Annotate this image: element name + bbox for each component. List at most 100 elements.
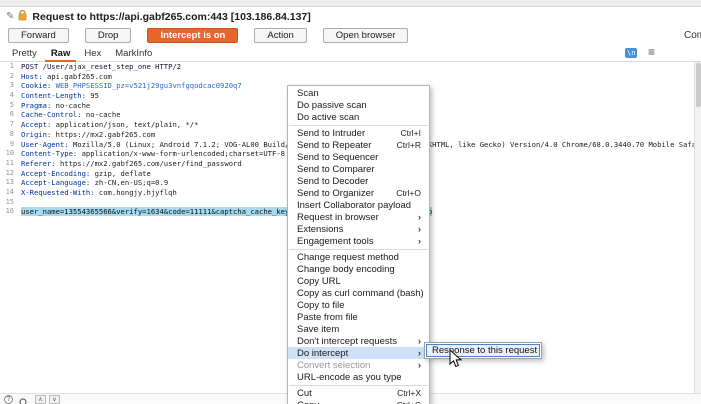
line-text: Host: api.gabf265.com — [21, 71, 112, 81]
menu-item-extensions[interactable]: Extensions › — [288, 223, 429, 235]
action-button[interactable]: Action — [254, 28, 307, 43]
show-newlines-icon[interactable]: \n — [625, 48, 638, 58]
menu-item-copy-to-file[interactable]: Copy to file — [288, 299, 429, 311]
line-number: 13 — [5, 178, 14, 187]
menu-item-do-passive-scan[interactable]: Do passive scan — [288, 99, 429, 111]
comment-label[interactable]: Comm — [684, 30, 701, 41]
tab-hex[interactable]: Hex — [78, 46, 107, 62]
menu-item-label: Send to Decoder — [297, 175, 369, 187]
line-number: 4 — [9, 91, 14, 100]
menu-item-url-encode-as-you-type[interactable]: URL-encode as you type — [288, 371, 429, 383]
intercept-toolbar: Forward Drop Intercept is on Action Open… — [0, 26, 701, 45]
line-text: Accept-Language: zh-CN,en-US;q=0.9 — [21, 178, 169, 188]
line-text: Referer: https://mx2.gabf265.com/user/fi… — [21, 158, 242, 168]
tab-pretty[interactable]: Pretty — [6, 46, 43, 62]
window-top-strip — [0, 0, 701, 7]
menu-item-send-to-sequencer[interactable]: Send to Sequencer — [288, 151, 429, 163]
menu-item-scan[interactable]: Scan — [288, 87, 429, 99]
menu-item-send-to-decoder[interactable]: Send to Decoder — [288, 175, 429, 187]
menu-item-do-intercept[interactable]: Do intercept › — [288, 347, 429, 359]
next-match-icon[interactable]: ∨ — [49, 395, 60, 404]
line-text: Pragma: no-cache — [21, 100, 91, 110]
line-number: 11 — [5, 158, 14, 167]
menu-item-label: Send to Repeater — [297, 139, 372, 151]
menu-item-send-to-repeater[interactable]: Send to Repeater Ctrl+R — [288, 139, 429, 151]
menu-item-label: Copy as curl command (bash) — [297, 287, 424, 299]
menu-separator — [289, 248, 428, 250]
menu-item-send-to-comparer[interactable]: Send to Comparer — [288, 163, 429, 175]
editor-settings-icon[interactable]: ≡ — [648, 45, 655, 59]
line-text: Cookie: WEB_PHPSESSID_pz=v521j29gu3vnfgq… — [21, 81, 242, 91]
menu-item-change-request-method[interactable]: Change request method — [288, 251, 429, 263]
prev-match-icon[interactable]: ∧ — [35, 395, 46, 404]
intercept-submenu: Response to this request — [424, 342, 542, 359]
line-text: Cache-Control: no-cache — [21, 110, 121, 120]
intercept-header-bar: ✎ Request to https://api.gabf265.com:443… — [0, 7, 701, 26]
line-number: 3 — [9, 81, 14, 90]
submenu-arrow-icon: › — [418, 212, 421, 222]
intercept-request-title: Request to https://api.gabf265.com:443 [… — [32, 10, 311, 23]
menu-item-insert-collaborator-payload[interactable]: Insert Collaborator payload — [288, 199, 429, 211]
menu-item-copy-as-curl-command-bash[interactable]: Copy as curl command (bash) — [288, 287, 429, 299]
menu-item-copy[interactable]: Copy Ctrl+C — [288, 399, 429, 404]
menu-item-label: Send to Sequencer — [297, 151, 379, 163]
line-number: 8 — [9, 129, 14, 138]
menu-shortcut: Ctrl+I — [400, 128, 421, 138]
line-number: 7 — [9, 120, 14, 129]
line-number: 9 — [9, 139, 14, 148]
line-text: Content-Length: 95 — [21, 91, 99, 101]
menu-item-send-to-intruder[interactable]: Send to Intruder Ctrl+I — [288, 127, 429, 139]
menu-item-label: Do active scan — [297, 111, 360, 123]
forward-button[interactable]: Forward — [8, 28, 69, 43]
menu-item-label: Copy URL — [297, 275, 341, 287]
menu-item-label: Request in browser — [297, 211, 379, 223]
menu-item-label: Paste from file — [297, 311, 358, 323]
drop-button[interactable]: Drop — [84, 28, 132, 43]
line-text: Origin: https://mx2.gabf265.com — [21, 129, 156, 139]
menu-item-label: Engagement tools — [297, 235, 374, 247]
line-number: 1 — [9, 62, 14, 70]
editor-vertical-scrollbar[interactable] — [694, 62, 701, 393]
line-text: Content-Type: application/x-www-form-url… — [21, 149, 285, 159]
menu-item-don-t-intercept-requests[interactable]: Don't intercept requests › — [288, 335, 429, 347]
request-line-2: 2 Host: api.gabf265.com — [0, 72, 694, 82]
menu-item-paste-from-file[interactable]: Paste from file — [288, 311, 429, 323]
tab-markinfo[interactable]: MarkInfo — [109, 46, 158, 62]
search-icon[interactable] — [19, 395, 29, 404]
menu-item-label: Insert Collaborator payload — [297, 199, 412, 211]
menu-item-label: Send to Intruder — [297, 127, 366, 139]
menu-item-label: Scan — [297, 87, 319, 99]
menu-item-do-active-scan[interactable]: Do active scan — [288, 111, 429, 123]
intercept-toggle-button[interactable]: Intercept is on — [147, 28, 239, 43]
menu-separator — [289, 384, 428, 386]
menu-item-label: Change body encoding — [297, 263, 395, 275]
menu-item-label: Copy — [297, 400, 319, 404]
menu-item-send-to-organizer[interactable]: Send to Organizer Ctrl+O — [288, 187, 429, 199]
menu-item-copy-url[interactable]: Copy URL — [288, 275, 429, 287]
request-line-1: 1 POST /User/ajax_reset_step_one HTTP/2 — [0, 62, 694, 72]
line-number: 15 — [5, 197, 14, 206]
menu-item-cut[interactable]: Cut Ctrl+X — [288, 387, 429, 399]
line-number: 12 — [5, 168, 14, 177]
line-text: Accept-Encoding: gzip, deflate — [21, 168, 151, 178]
scrollbar-thumb[interactable] — [696, 63, 701, 107]
tab-raw[interactable]: Raw — [44, 46, 77, 62]
menu-shortcut: Ctrl+O — [396, 188, 421, 198]
editor-tabs: Pretty Raw Hex MarkInfo — [6, 45, 160, 62]
open-browser-button[interactable]: Open browser — [322, 28, 409, 43]
menu-item-request-in-browser[interactable]: Request in browser › — [288, 211, 429, 223]
submenu-item-response-to-this-request[interactable]: Response to this request — [426, 344, 540, 357]
menu-item-label: Don't intercept requests — [297, 335, 398, 347]
line-number: 5 — [9, 100, 14, 109]
menu-separator — [289, 124, 428, 126]
menu-item-label: Save item — [297, 323, 340, 335]
line-number: 10 — [5, 149, 14, 158]
menu-item-label: Do intercept — [297, 347, 349, 359]
menu-item-save-item[interactable]: Save item — [288, 323, 429, 335]
menu-shortcut: Ctrl+X — [397, 388, 421, 398]
menu-item-label: Convert selection — [297, 359, 371, 371]
help-icon[interactable]: ? — [4, 395, 13, 404]
line-text: X-Requested-With: com.hongjy.hjyflqh — [21, 187, 177, 197]
menu-item-engagement-tools[interactable]: Engagement tools › — [288, 235, 429, 247]
menu-item-change-body-encoding[interactable]: Change body encoding — [288, 263, 429, 275]
